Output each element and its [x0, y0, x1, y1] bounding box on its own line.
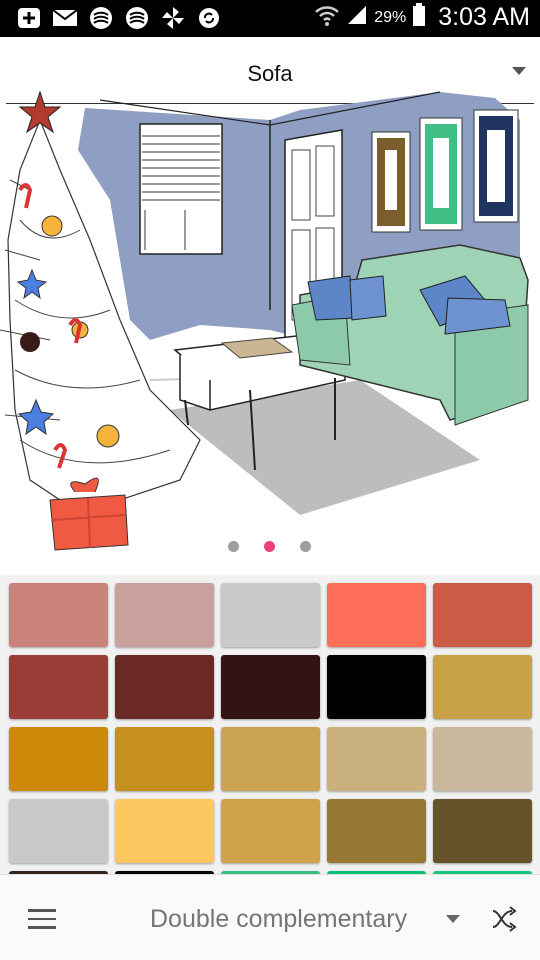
color-swatch[interactable] — [433, 799, 532, 863]
color-swatch[interactable] — [115, 655, 214, 719]
shuffle-icon[interactable] — [490, 905, 518, 933]
page-dot[interactable] — [228, 541, 239, 552]
room-illustration[interactable] — [0, 80, 540, 555]
menu-icon[interactable] — [28, 909, 56, 929]
color-scheme-selector[interactable]: Double complementary — [150, 905, 407, 934]
color-swatch[interactable] — [115, 799, 214, 863]
color-swatch[interactable] — [327, 727, 426, 791]
color-swatch[interactable] — [221, 583, 320, 647]
page-dot[interactable] — [300, 541, 311, 552]
plus-icon — [16, 6, 42, 30]
color-swatch[interactable] — [9, 655, 108, 719]
color-swatch[interactable] — [327, 583, 426, 647]
bottom-bar: Double complementary — [0, 874, 540, 960]
pinwheel-icon — [160, 6, 186, 30]
status-bar: 29% 3:03 AM — [0, 0, 540, 37]
chevron-down-icon[interactable] — [446, 915, 460, 923]
recycle-icon — [196, 6, 222, 30]
color-swatch[interactable] — [115, 727, 214, 791]
battery-icon — [412, 3, 426, 32]
color-swatch[interactable] — [327, 799, 426, 863]
clock: 3:03 AM — [438, 3, 530, 31]
color-swatch[interactable] — [115, 583, 214, 647]
color-swatch[interactable] — [221, 655, 320, 719]
page-dot-active[interactable] — [264, 541, 275, 552]
color-swatch[interactable] — [9, 799, 108, 863]
battery-percent: 29% — [374, 8, 407, 26]
bank-icon — [124, 6, 150, 30]
page-indicator — [0, 541, 540, 553]
palette-grid — [0, 575, 540, 874]
color-swatch[interactable] — [9, 727, 108, 791]
color-swatch[interactable] — [221, 727, 320, 791]
color-swatch[interactable] — [433, 655, 532, 719]
wifi-icon — [314, 3, 340, 32]
color-swatch[interactable] — [221, 799, 320, 863]
chevron-down-icon[interactable] — [512, 67, 526, 75]
mail-icon — [52, 6, 78, 30]
bank-icon — [88, 6, 114, 30]
color-swatch[interactable] — [327, 655, 426, 719]
signal-icon — [346, 4, 368, 31]
color-swatch[interactable] — [433, 583, 532, 647]
color-swatch[interactable] — [9, 583, 108, 647]
color-swatch[interactable] — [433, 727, 532, 791]
